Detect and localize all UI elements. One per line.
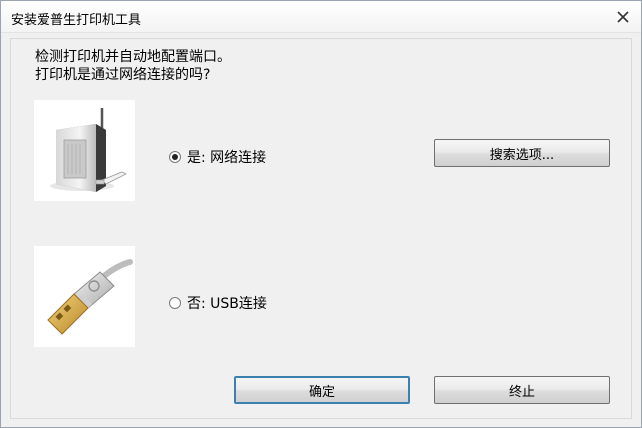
title-bar[interactable]: 安装爱普生打印机工具 <box>1 1 641 33</box>
search-options-button[interactable]: 搜索选项... <box>434 139 610 167</box>
usb-connection-option[interactable]: 否: USB连接 <box>169 293 267 313</box>
usb-image <box>34 246 135 347</box>
instruction-line-1: 检测打印机并自动地配置端口。 <box>35 49 231 65</box>
network-radio[interactable] <box>169 151 181 163</box>
installer-dialog: 安装爱普生打印机工具 检测打印机并自动地配置端口。 打印机是通过网络连接的吗? <box>0 0 642 428</box>
close-icon[interactable] <box>613 8 633 26</box>
network-printer-image <box>34 100 135 201</box>
network-printer-icon <box>50 108 127 192</box>
usb-plug-icon <box>47 259 133 335</box>
stop-button[interactable]: 终止 <box>434 376 610 404</box>
usb-option-label: 否: USB连接 <box>187 296 267 312</box>
usb-radio[interactable] <box>169 297 181 309</box>
instruction-line-2: 打印机是通过网络连接的吗? <box>35 67 211 83</box>
dialog-body: 检测打印机并自动地配置端口。 打印机是通过网络连接的吗? 是: 网络连接 搜索选… <box>10 38 632 419</box>
network-connection-option[interactable]: 是: 网络连接 <box>169 147 266 167</box>
network-option-label: 是: 网络连接 <box>187 150 267 166</box>
ok-button[interactable]: 确定 <box>234 376 410 404</box>
window-title: 安装爱普生打印机工具 <box>11 13 142 28</box>
